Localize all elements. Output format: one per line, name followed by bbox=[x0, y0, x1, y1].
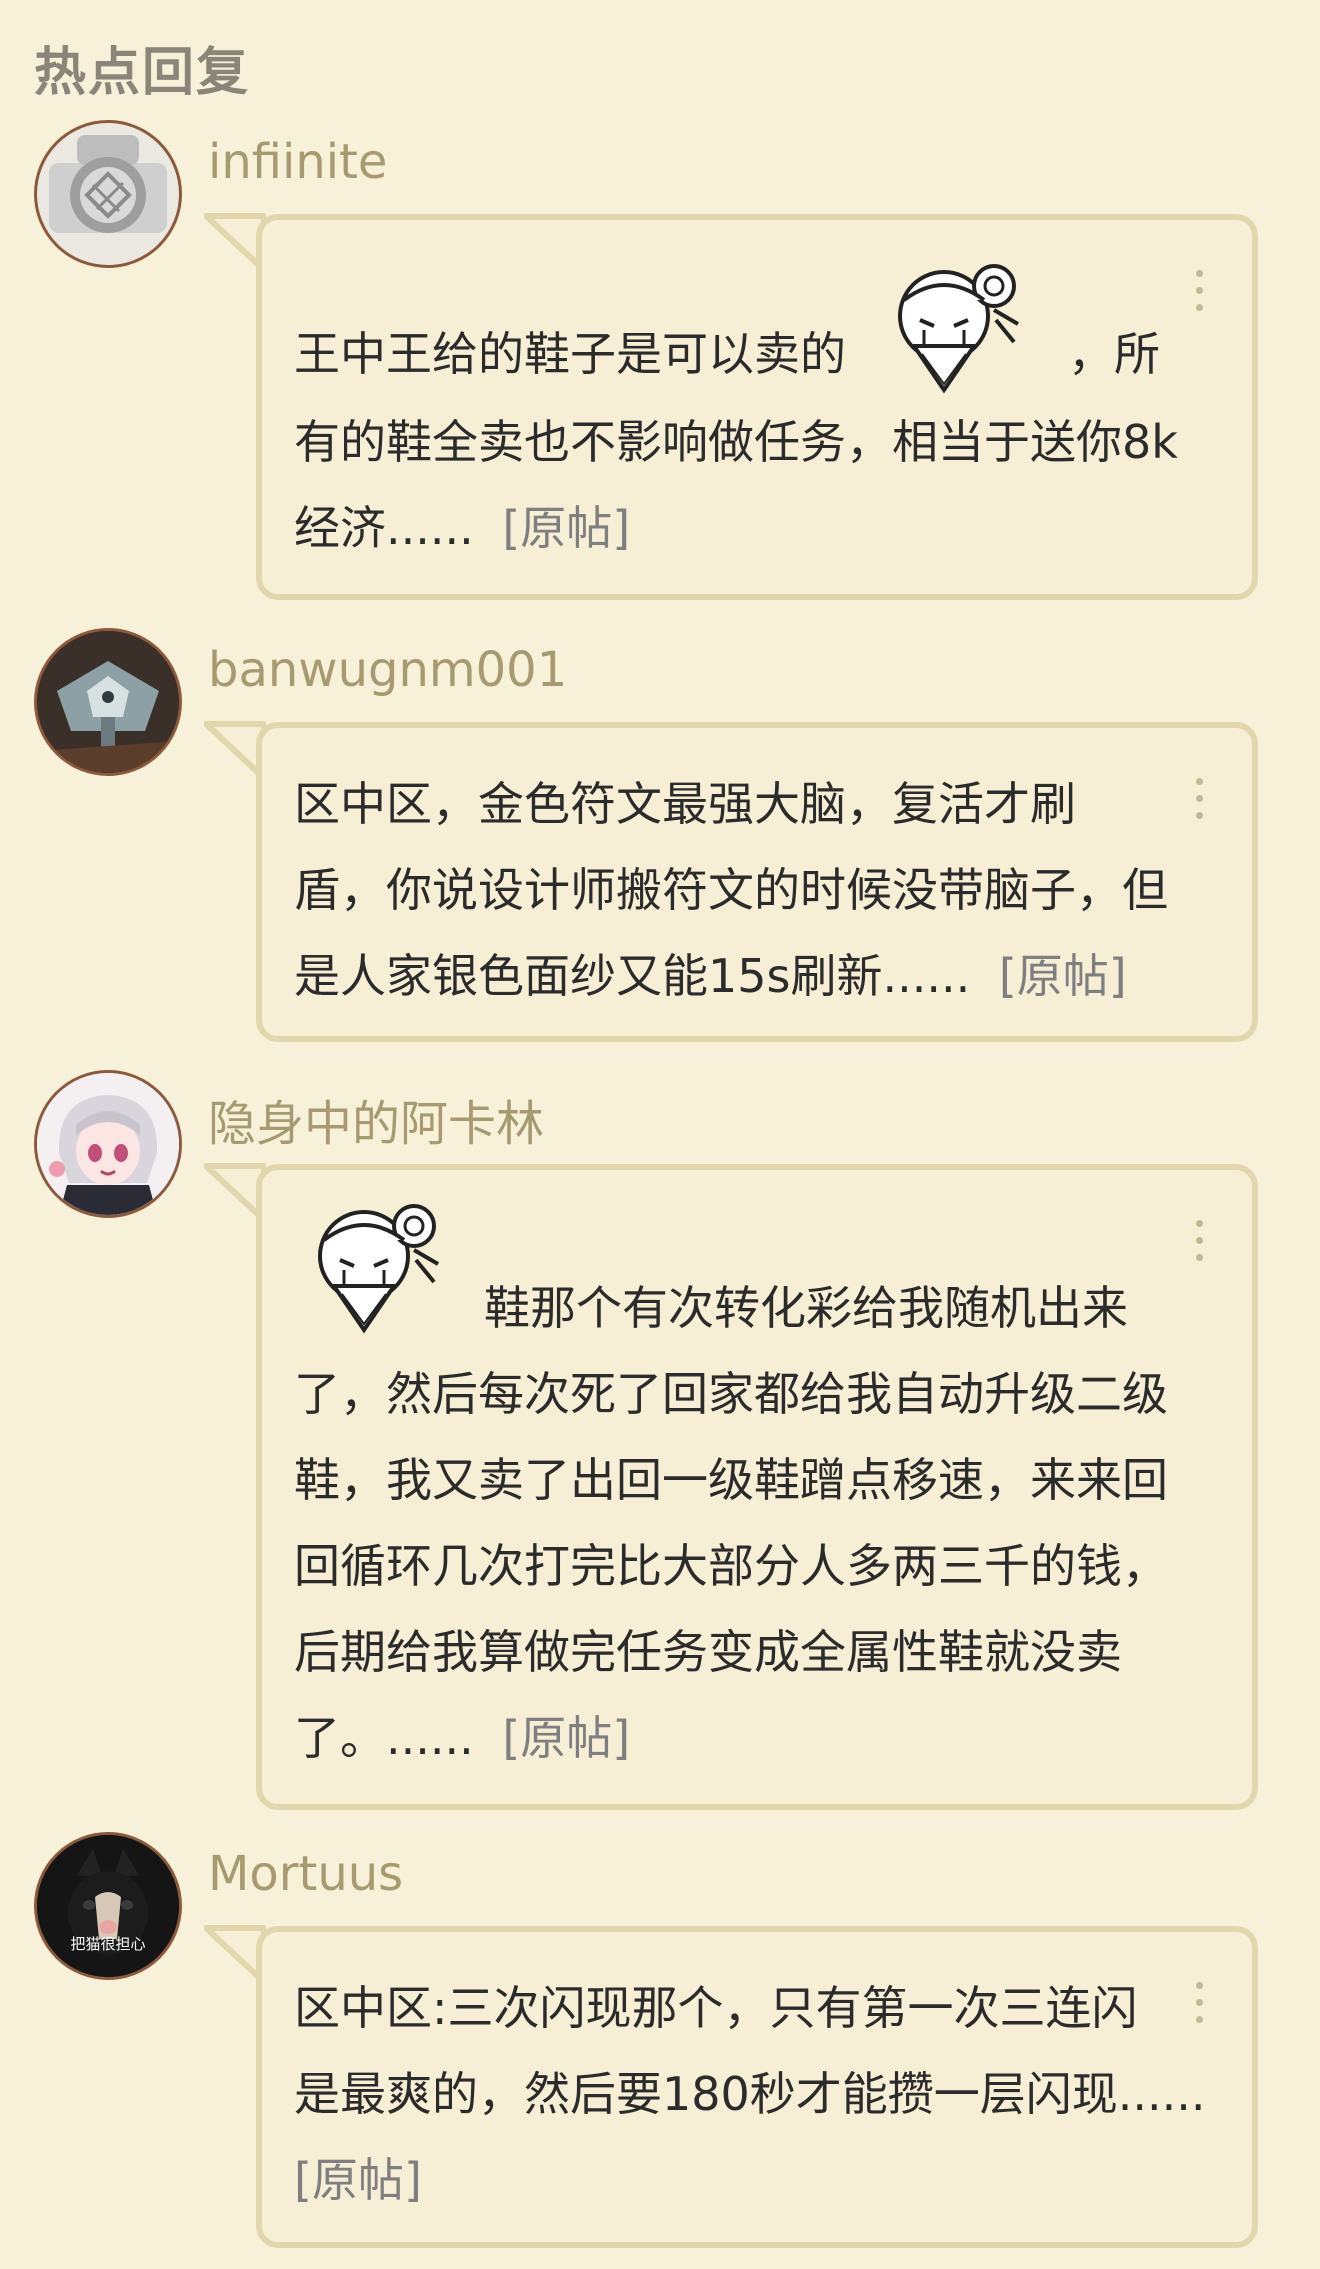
username[interactable]: banwugnm001 bbox=[208, 642, 567, 698]
reply-bubble[interactable]: 区中区:三次闪现那个，只有第一次三连闪 是最爽的，然后要180秒才能攒一层闪现.… bbox=[256, 1926, 1258, 2248]
reply-bubble[interactable]: 鞋那个有次转化彩给我随机出来 了，然后每次死了回家都给我自动升级二级 鞋，我又卖… bbox=[256, 1164, 1258, 1810]
reply-bubble[interactable]: 王中王给的鞋子是可以卖的 ，所 有的鞋全卖也不影响做任务，相当于送你8k 经济.… bbox=[256, 214, 1258, 600]
reply-text-line: 回循环几次打完比大部分人多两三千的钱， bbox=[294, 1539, 1168, 1593]
reply-text-line: 区中区，金色符文最强大脑，复活才刷 bbox=[294, 777, 1076, 831]
reply-text-line: 王中王给的鞋子是可以卖的 bbox=[294, 327, 846, 381]
original-post-link[interactable]: [原帖] bbox=[502, 1711, 630, 1765]
reply-text-line: 后期给我算做完任务变成全属性鞋就没卖 bbox=[294, 1625, 1122, 1679]
avatar[interactable] bbox=[34, 1070, 182, 1218]
reply-item: infiinite 王中王给的鞋子是可以卖的 ，所 有的鞋全卖也不影响做任务，相… bbox=[0, 120, 1320, 610]
avatar[interactable] bbox=[34, 120, 182, 268]
reply-text-line: ，所 bbox=[1068, 327, 1160, 381]
original-post-link[interactable]: [原帖] bbox=[294, 2153, 422, 2207]
avatar-caption: 把猫很担心 bbox=[70, 1935, 146, 1953]
reply-text-line: 了。...... [原帖] bbox=[294, 1702, 630, 1768]
diving-helmet-avatar bbox=[49, 135, 167, 233]
reply-text-line: 鞋，我又卖了出回一级鞋蹭点移速，来来回 bbox=[294, 1453, 1168, 1507]
more-options-icon[interactable] bbox=[1196, 1220, 1204, 1264]
reply-text-line: 是人家银色面纱又能15s刷新...... [原帖] bbox=[294, 940, 1127, 1006]
cat-avatar bbox=[37, 1835, 179, 1977]
avatar[interactable]: 把猫很担心 bbox=[34, 1832, 182, 1980]
reply-text-line: 区中区:三次闪现那个，只有第一次三连闪 bbox=[294, 1981, 1138, 2035]
reply-text-line: 有的鞋全卖也不影响做任务，相当于送你8k bbox=[294, 415, 1178, 469]
username[interactable]: infiinite bbox=[208, 134, 387, 190]
mech-avatar bbox=[37, 631, 179, 773]
reply-text-line: 是最爽的，然后要180秒才能攒一层闪现...... bbox=[294, 2067, 1206, 2121]
anime-girl-avatar bbox=[37, 1073, 179, 1215]
reply-text-tail: 了。...... bbox=[294, 1711, 474, 1765]
reply-text-line: 了，然后每次死了回家都给我自动升级二级 bbox=[294, 1367, 1168, 1421]
crying-girl-sticker bbox=[318, 1204, 440, 1334]
more-options-icon[interactable] bbox=[1196, 270, 1204, 314]
crying-girl-sticker bbox=[898, 264, 1020, 394]
reply-text-line: 鞋那个有次转化彩给我随机出来 bbox=[484, 1281, 1128, 1335]
reply-text-line: 经济...... [原帖] bbox=[294, 492, 630, 558]
more-options-icon[interactable] bbox=[1196, 778, 1204, 822]
reply-bubble[interactable]: 区中区，金色符文最强大脑，复活才刷 盾，你说设计师搬符文的时候没带脑子，但 是人… bbox=[256, 722, 1258, 1042]
username[interactable]: 隐身中的阿卡林 bbox=[208, 1084, 544, 1154]
username[interactable]: Mortuus bbox=[208, 1846, 403, 1902]
reply-text-tail: 是人家银色面纱又能15s刷新...... bbox=[294, 949, 971, 1003]
reply-item: 把猫很担心 Mortuus 区中区:三次闪现那个，只有第一次三连闪 是最爽的，然… bbox=[0, 1832, 1320, 2252]
original-post-link[interactable]: [原帖] bbox=[999, 949, 1127, 1003]
more-options-icon[interactable] bbox=[1196, 1982, 1204, 2026]
original-post-link[interactable]: [原帖] bbox=[502, 501, 630, 555]
reply-item: banwugnm001 区中区，金色符文最强大脑，复活才刷 盾，你说设计师搬符文… bbox=[0, 628, 1320, 1048]
reply-text-line: [原帖] bbox=[294, 2144, 422, 2210]
section-title: 热点回复 bbox=[34, 43, 251, 103]
reply-item: 隐身中的阿卡林 鞋那个有次转化彩给我随机出来 了，然后每次死了回家都给我自动升级… bbox=[0, 1070, 1320, 1810]
avatar[interactable] bbox=[34, 628, 182, 776]
reply-text-tail: 经济...... bbox=[294, 501, 474, 555]
reply-text-line: 盾，你说设计师搬符文的时候没带脑子，但 bbox=[294, 863, 1168, 917]
